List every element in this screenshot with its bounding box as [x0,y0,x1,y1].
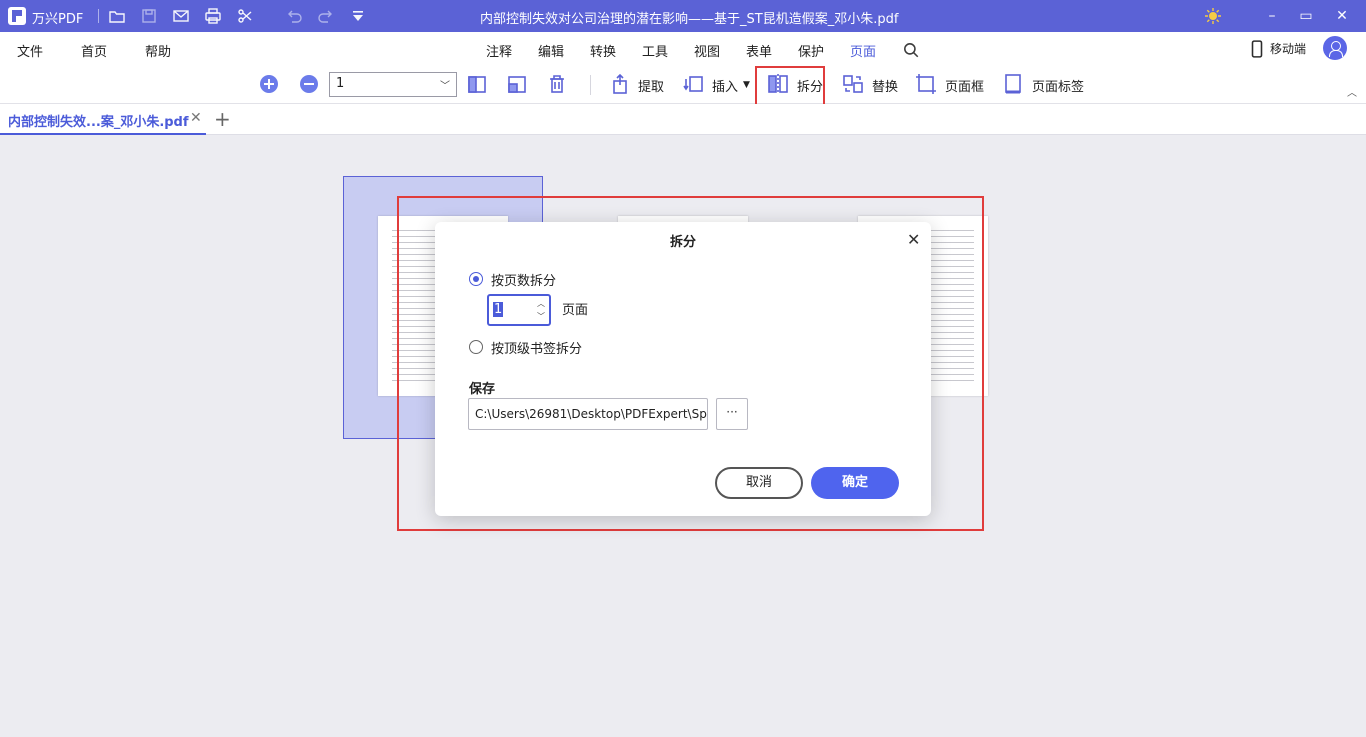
split-dialog: 拆分 ✕ 按页数拆分 1 ︿ ﹀ 页面 按顶级书签拆分 保存 C:\Users\… [435,222,931,516]
menu-file[interactable]: 文件 [17,41,43,60]
page-count-value[interactable]: 1 [493,302,504,317]
collapse-ribbon-icon[interactable]: ︿ [1347,84,1357,99]
replace-page-icon[interactable] [842,73,864,95]
page-number-value: 1 [336,76,345,91]
menu-tools[interactable]: 工具 [642,41,668,60]
add-tab-icon[interactable]: + [214,107,231,131]
close-tab-icon[interactable]: ✕ [190,110,202,126]
maximize-icon[interactable]: ▭ [1296,6,1316,26]
chevron-down-icon: ﹀ [440,81,450,92]
browse-button[interactable]: ··· [716,398,748,430]
page-label-icon[interactable] [1002,73,1024,95]
rotate-left-page-icon[interactable] [466,73,488,95]
search-icon[interactable] [902,41,919,58]
menu-page[interactable]: 页面 [850,41,877,68]
cancel-button[interactable]: 取消 [715,467,803,499]
save-path-input[interactable]: C:\Users\26981\Desktop\PDFExpert\Split [468,398,708,430]
title-bar: 万兴PDF 内部控制失效对公司治理的潜在影响——基于_ST昆机造假案_邓小朱.p… [0,0,1366,32]
page-box-icon[interactable] [915,73,937,95]
page-label-button[interactable]: 页面标签 [1032,76,1084,95]
undo-icon[interactable] [285,7,303,25]
theme-sun-icon[interactable] [1204,7,1222,25]
menu-protect[interactable]: 保护 [798,41,824,60]
document-tabs: 内部控制失效...案_邓小朱.pdf ✕ + [0,104,1366,135]
extract-button[interactable]: 提取 [638,76,664,95]
insert-dropdown-icon[interactable]: ▼ [743,80,750,90]
split-by-bookmarks-radio[interactable] [469,340,483,354]
menu-home[interactable]: 首页 [81,41,107,60]
menu-help[interactable]: 帮助 [145,41,171,60]
menu-edit[interactable]: 编辑 [538,41,564,60]
print-icon[interactable] [204,7,222,25]
close-window-icon[interactable]: ✕ [1332,6,1352,26]
quick-access-dropdown-icon[interactable] [349,7,367,25]
toolbar-divider [590,75,591,95]
mail-icon[interactable] [172,7,190,25]
menu-convert[interactable]: 转换 [590,41,616,60]
rotate-right-page-icon[interactable] [506,73,528,95]
user-avatar-icon[interactable] [1323,36,1347,60]
document-tab[interactable]: 内部控制失效...案_邓小朱.pdf ✕ [0,104,206,135]
page-count-stepper[interactable]: 1 ︿ ﹀ [487,294,551,326]
menu-annotate[interactable]: 注释 [486,41,512,60]
app-logo-icon [8,7,26,25]
zoom-in-icon[interactable] [258,73,280,95]
insert-button[interactable]: 插入 [712,76,738,95]
split-by-pages-radio[interactable] [469,272,483,286]
open-folder-icon[interactable] [108,7,126,25]
save-label: 保存 [469,382,496,397]
menu-bar: 文件 首页 帮助 注释 编辑 转换 工具 视图 表单 保护 页面 [0,32,1366,68]
pages-unit-label: 页面 [562,303,589,318]
page-number-select[interactable]: 1 ﹀ [329,72,457,97]
page-box-button[interactable]: 页面框 [945,76,984,95]
stepper-down-icon[interactable]: ﹀ [537,311,545,322]
replace-button[interactable]: 替换 [872,76,898,95]
page-toolbar: 1 ﹀ 提取 插入 ▼ 拆分 替换 页面框 页面标签 ︿ [0,66,1366,110]
document-title: 内部控制失效对公司治理的潜在影响——基于_ST昆机造假案_邓小朱.pdf [480,12,899,27]
split-by-pages-label[interactable]: 按页数拆分 [491,270,556,289]
title-divider [98,9,99,23]
insert-page-icon[interactable] [682,73,704,95]
delete-page-icon[interactable] [546,73,568,95]
save-icon[interactable] [140,7,158,25]
minimize-icon[interactable]: – [1262,6,1282,26]
menu-view[interactable]: 视图 [694,41,720,60]
ok-button[interactable]: 确定 [811,467,899,499]
dialog-close-icon[interactable]: ✕ [907,230,920,249]
menu-form[interactable]: 表单 [746,41,772,60]
redo-icon[interactable] [317,7,335,25]
scissors-icon[interactable] [236,7,254,25]
split-by-bookmarks-label[interactable]: 按顶级书签拆分 [491,338,582,357]
zoom-out-icon[interactable] [298,73,320,95]
dialog-title: 拆分 [669,235,696,250]
extract-page-icon[interactable] [608,73,630,95]
mobile-link[interactable]: 移动端 [1270,40,1306,57]
stepper-up-icon[interactable]: ︿ [537,298,545,309]
document-tab-label: 内部控制失效...案_邓小朱.pdf [8,115,189,130]
mobile-phone-icon[interactable] [1248,40,1263,58]
app-name: 万兴PDF [32,12,84,27]
